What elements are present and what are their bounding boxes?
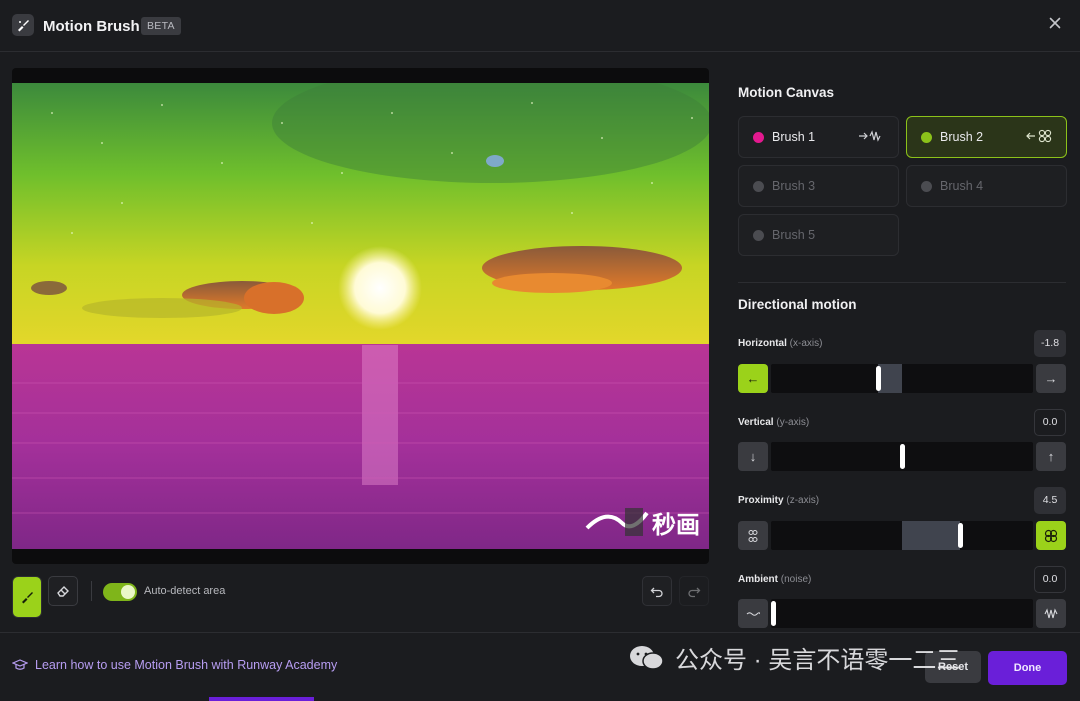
proximity-icon xyxy=(1026,129,1054,146)
proximity-far-icon xyxy=(748,529,758,542)
done-button[interactable]: Done xyxy=(988,651,1067,685)
arrow-down-icon: ↓ xyxy=(749,449,757,464)
proximity-slider-thumb[interactable] xyxy=(958,523,963,548)
ambient-slider-thumb[interactable] xyxy=(771,601,776,626)
beta-badge: BETA xyxy=(141,17,181,35)
brush-icon xyxy=(22,592,33,604)
undo-button[interactable] xyxy=(642,576,672,606)
wechat-watermark: 公众号 · 吴言不语零一二三 xyxy=(627,640,960,675)
proximity-far-button[interactable] xyxy=(738,521,768,550)
brush-3-button[interactable]: Brush 3 xyxy=(738,165,899,207)
horizontal-left-button[interactable]: ← xyxy=(738,364,768,393)
graduation-cap-icon xyxy=(12,659,28,670)
horizontal-slider-fill xyxy=(878,364,902,393)
proximity-value[interactable]: 4.5 xyxy=(1034,487,1066,514)
motion-canvas-title: Motion Canvas xyxy=(738,85,835,100)
ambient-value[interactable]: 0.0 xyxy=(1034,566,1066,593)
bottom-accent-bar xyxy=(209,697,314,701)
brush-1-color-dot xyxy=(753,132,764,143)
brush-3-label: Brush 3 xyxy=(772,179,816,193)
low-wave-icon xyxy=(746,611,760,616)
dialog-header: Motion Brush BETA xyxy=(0,0,1080,52)
dialog-title: Motion Brush xyxy=(43,18,140,35)
high-wave-icon xyxy=(1044,607,1058,618)
horizontal-axis-label: Horizontal (x-axis) xyxy=(738,338,823,349)
toolbar-divider xyxy=(91,581,92,601)
vertical-slider-thumb[interactable] xyxy=(900,444,905,469)
proximity-near-icon xyxy=(1044,529,1058,542)
brush-5-button[interactable]: Brush 5 xyxy=(738,214,899,256)
brush-1-button[interactable]: Brush 1 xyxy=(738,116,899,158)
vertical-slider[interactable] xyxy=(771,442,1033,471)
canvas-image: 秒画 xyxy=(12,83,709,549)
brush-tool-button[interactable] xyxy=(12,576,42,618)
brush-3-color-dot xyxy=(753,181,764,192)
brush-2-button[interactable]: Brush 2 xyxy=(906,116,1067,158)
horizontal-slider[interactable] xyxy=(771,364,1033,393)
redo-icon xyxy=(688,587,701,598)
brush-4-label: Brush 4 xyxy=(940,179,984,193)
brush-4-color-dot xyxy=(921,181,932,192)
vertical-down-button[interactable]: ↓ xyxy=(738,442,768,471)
proximity-near-button[interactable] xyxy=(1036,521,1066,550)
directional-motion-title: Directional motion xyxy=(738,297,857,312)
horizontal-right-button[interactable]: → xyxy=(1036,364,1066,393)
vertical-up-button[interactable]: ↑ xyxy=(1036,442,1066,471)
reset-button[interactable]: Reset xyxy=(925,651,981,683)
brush-5-label: Brush 5 xyxy=(772,228,816,242)
vertical-value[interactable]: 0.0 xyxy=(1034,409,1066,436)
redo-button[interactable] xyxy=(679,576,709,606)
arrow-right-icon: → xyxy=(1044,371,1058,386)
watermark-text: 公众号 · 吴言不语零一二三 xyxy=(675,647,961,674)
brush-5-color-dot xyxy=(753,230,764,241)
horizontal-value[interactable]: -1.8 xyxy=(1034,330,1066,357)
proximity-axis-label: Proximity (z-axis) xyxy=(738,495,820,506)
close-icon[interactable] xyxy=(1046,16,1064,34)
arrow-up-icon: ↑ xyxy=(1047,449,1055,464)
brush-4-button[interactable]: Brush 4 xyxy=(906,165,1067,207)
ambient-low-button[interactable] xyxy=(738,599,768,628)
motion-brush-icon xyxy=(12,14,34,36)
auto-detect-toggle[interactable] xyxy=(103,583,137,601)
motion-canvas-area[interactable]: 秒画 xyxy=(12,68,709,564)
brush-2-label: Brush 2 xyxy=(940,130,984,144)
proximity-slider-fill xyxy=(902,521,960,550)
ambient-high-button[interactable] xyxy=(1036,599,1066,628)
academy-link[interactable]: Learn how to use Motion Brush with Runwa… xyxy=(12,658,337,672)
proximity-slider[interactable] xyxy=(771,521,1033,550)
horizontal-wave-icon xyxy=(858,129,886,146)
image-overlay-text: 秒画 xyxy=(652,511,700,539)
brush-1-label: Brush 1 xyxy=(772,130,816,144)
eraser-tool-button[interactable] xyxy=(48,576,78,606)
ambient-axis-label: Ambient (noise) xyxy=(738,574,812,585)
undo-icon xyxy=(650,587,663,598)
footer-divider xyxy=(0,632,1080,633)
horizontal-slider-thumb[interactable] xyxy=(876,366,881,391)
academy-link-text[interactable]: Learn how to use Motion Brush with Runwa… xyxy=(35,658,337,672)
wechat-icon xyxy=(630,645,664,670)
vertical-axis-label: Vertical (y-axis) xyxy=(738,417,810,428)
arrow-left-icon: ← xyxy=(746,371,760,386)
eraser-icon xyxy=(57,586,69,597)
section-divider xyxy=(738,282,1066,283)
ambient-slider[interactable] xyxy=(771,599,1033,628)
brush-2-color-dot xyxy=(921,132,932,143)
auto-detect-label: Auto-detect area xyxy=(144,585,226,597)
